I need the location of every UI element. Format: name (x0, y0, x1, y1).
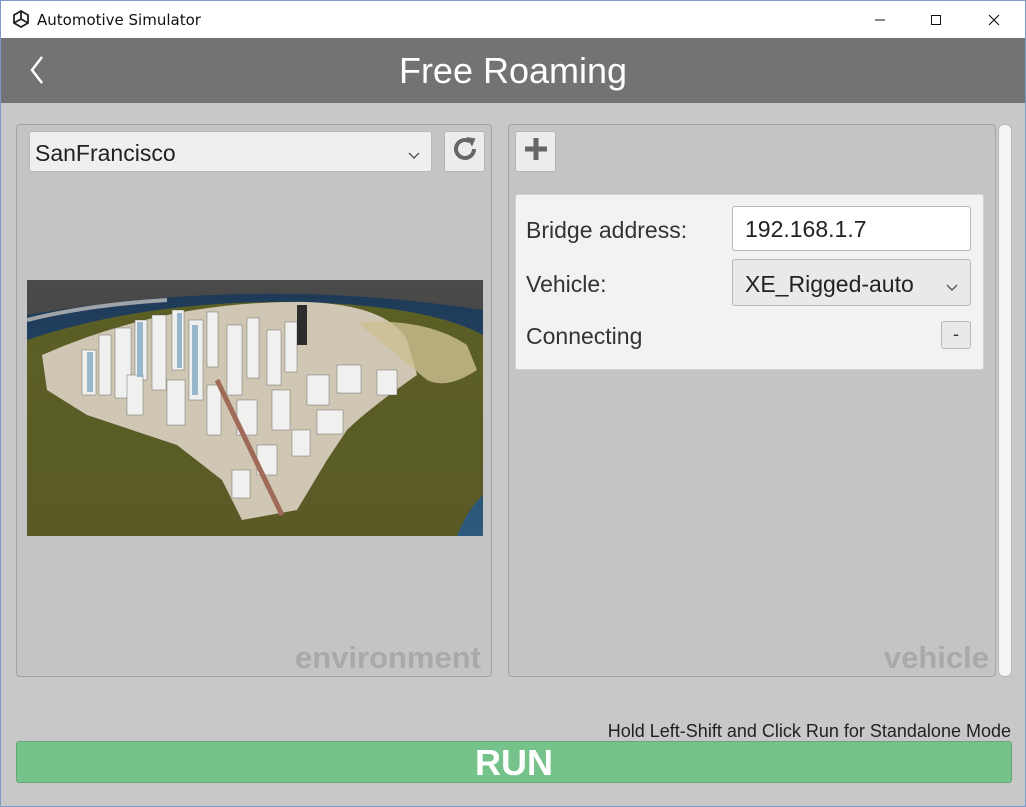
window-title: Automotive Simulator (37, 11, 201, 29)
plus-icon (523, 136, 549, 167)
environment-panel: SanFrancisco environment (16, 124, 492, 677)
vehicle-select[interactable]: XE_Rigged-auto (732, 259, 971, 306)
maximize-button[interactable] (913, 1, 959, 38)
vehicle-config-card: Bridge address: Vehicle: XE_Rigged-auto … (515, 194, 984, 370)
run-button[interactable]: RUN (16, 741, 1012, 783)
chevron-down-icon (945, 279, 959, 297)
chevron-left-icon (23, 56, 53, 92)
bridge-address-input[interactable] (745, 216, 960, 243)
standalone-hint: Hold Left-Shift and Click Run for Standa… (607, 721, 1011, 741)
vehicle-panel: Bridge address: Vehicle: XE_Rigged-auto … (508, 124, 996, 677)
connection-status: Connecting (526, 323, 643, 349)
minimize-button[interactable] (857, 1, 903, 38)
bridge-address-label: Bridge address: (526, 217, 688, 243)
page-title: Free Roaming (398, 50, 628, 91)
title-bar: Automotive Simulator (1, 1, 1025, 38)
vehicle-select-value: XE_Rigged-auto (745, 271, 914, 297)
page-header: Free Roaming (1, 38, 1025, 103)
chevron-down-icon (407, 147, 421, 165)
unity-logo-icon (12, 9, 30, 29)
refresh-icon (450, 134, 480, 169)
map-dropdown[interactable]: SanFrancisco (29, 131, 432, 172)
vehicle-panel-scrollbar[interactable] (998, 124, 1012, 677)
remove-vehicle-button[interactable]: - (941, 321, 971, 349)
refresh-button[interactable] (444, 131, 485, 172)
close-button[interactable] (971, 1, 1017, 38)
close-icon (988, 14, 1000, 26)
map-dropdown-value: SanFrancisco (35, 140, 176, 166)
maximize-icon (930, 14, 942, 26)
add-vehicle-button[interactable] (515, 131, 556, 172)
back-button[interactable] (23, 52, 53, 88)
vehicle-watermark: vehicle (883, 640, 989, 675)
city-map-preview (27, 280, 483, 536)
environment-watermark: environment (294, 640, 481, 675)
vehicle-label: Vehicle: (526, 271, 607, 297)
bridge-address-field[interactable] (732, 206, 971, 251)
minimize-icon (874, 14, 886, 26)
app-window: Automotive Simulator Free Roaming SanFra… (0, 0, 1026, 807)
